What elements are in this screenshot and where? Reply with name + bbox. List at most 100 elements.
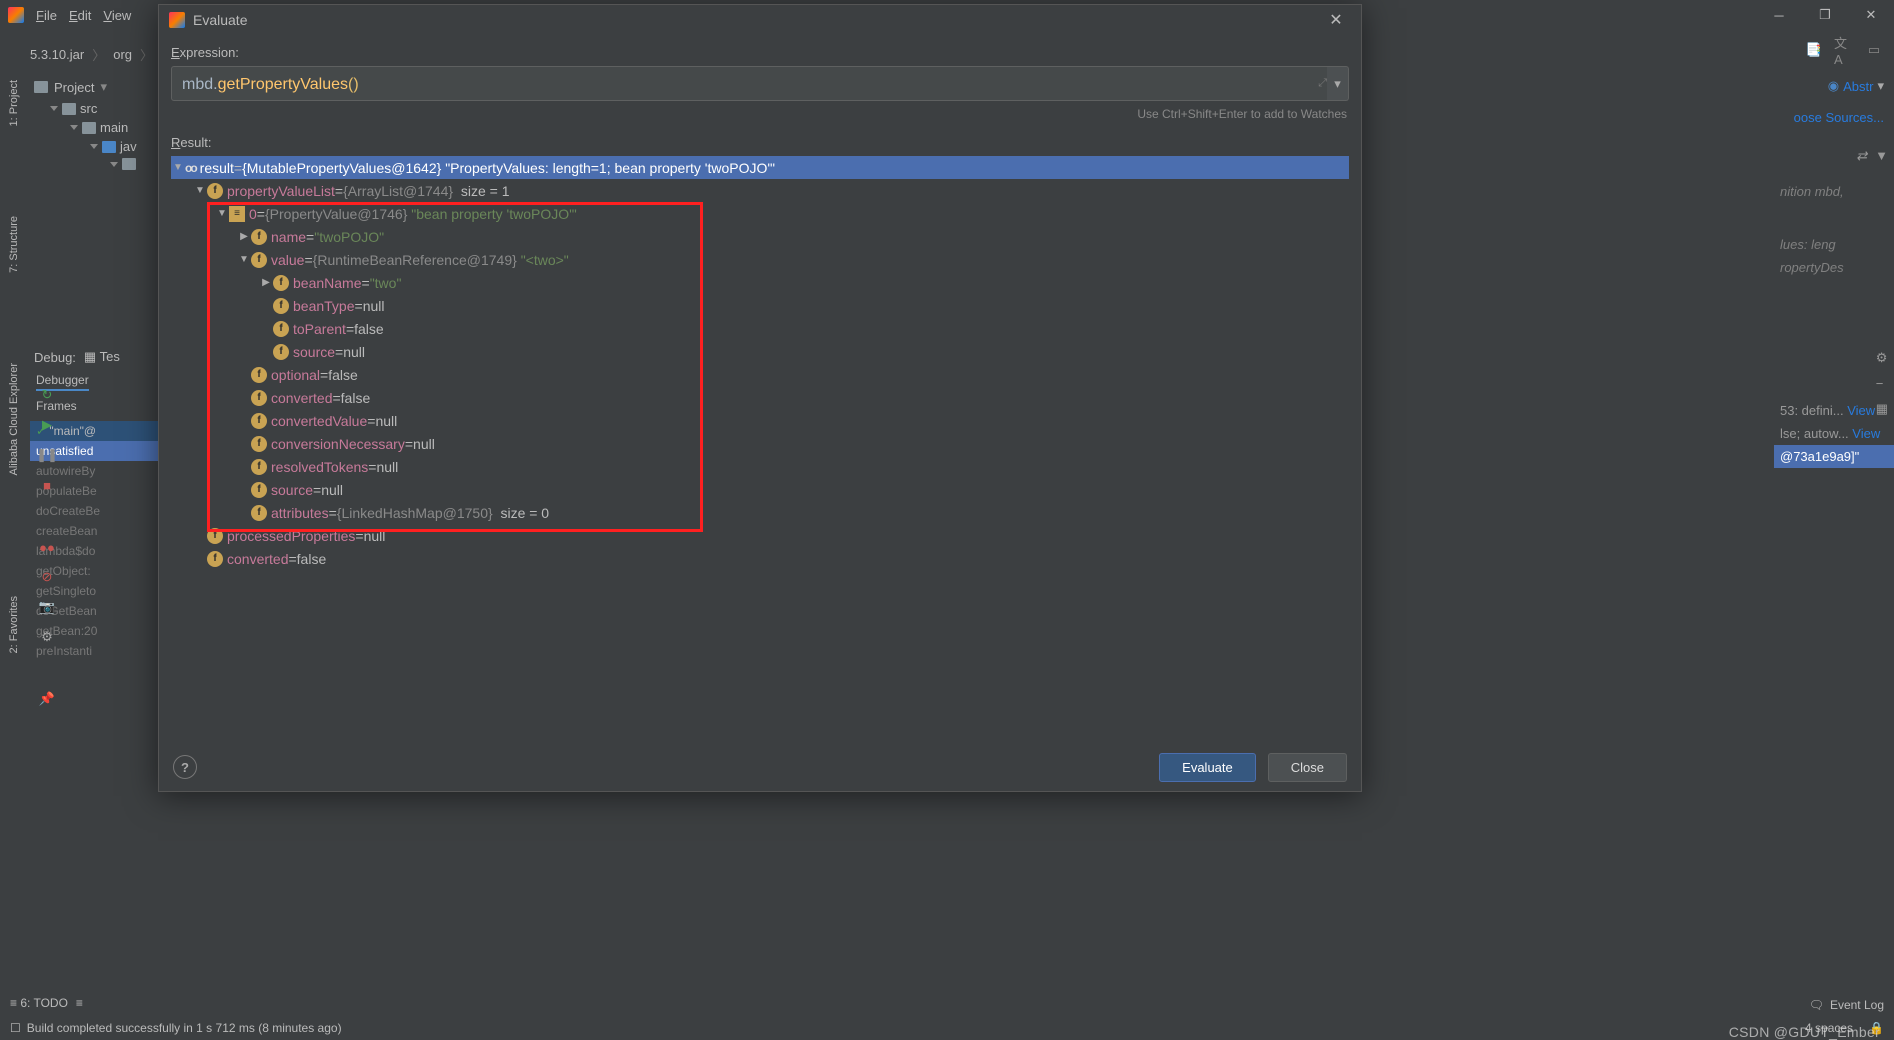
field-icon: f bbox=[251, 436, 267, 452]
folder-icon bbox=[102, 141, 116, 153]
gear-icon[interactable]: ⚙ bbox=[1876, 350, 1888, 366]
breadcrumb-pkg[interactable]: org bbox=[113, 47, 132, 62]
field-icon: f bbox=[251, 367, 267, 383]
breadcrumb-jar[interactable]: 5.3.10.jar bbox=[30, 47, 84, 62]
window-controls: ─ ❐ ✕ bbox=[1756, 0, 1894, 30]
result-row[interactable]: f beanType = null bbox=[171, 294, 1349, 317]
field-icon: f bbox=[251, 229, 267, 245]
presentation-icon[interactable]: ▭ bbox=[1864, 40, 1884, 60]
tree-node-src[interactable]: src bbox=[30, 99, 160, 118]
breakpoints-icon[interactable]: ●● bbox=[38, 538, 56, 556]
result-row[interactable]: f resolvedTokens = null bbox=[171, 455, 1349, 478]
dialog-close-button[interactable]: ✕ bbox=[1321, 5, 1351, 35]
menu-edit[interactable]: Edit bbox=[69, 8, 91, 23]
menu-file[interactable]: FFileile bbox=[36, 8, 57, 23]
editor-right-edge: ⇄ ▼ nition mbd, lues: leng ropertyDes ⚙ … bbox=[1774, 70, 1894, 1040]
tab-structure[interactable]: 7: Structure bbox=[8, 216, 20, 273]
result-row[interactable]: f processedProperties = null bbox=[171, 524, 1349, 547]
result-row[interactable]: f convertedValue = null bbox=[171, 409, 1349, 432]
result-row[interactable]: ▶ f name = "twoPOJO" bbox=[171, 225, 1349, 248]
field-icon: f bbox=[251, 413, 267, 429]
result-row[interactable]: f converted = false bbox=[171, 386, 1349, 409]
folder-icon bbox=[62, 103, 76, 115]
field-icon: f bbox=[207, 528, 223, 544]
result-tree[interactable]: ▼ oo result = {MutablePropertyValues@164… bbox=[171, 156, 1349, 733]
result-row[interactable]: f optional = false bbox=[171, 363, 1349, 386]
result-row[interactable]: f conversionNecessary = null bbox=[171, 432, 1349, 455]
minimize-button[interactable]: ─ bbox=[1756, 0, 1802, 30]
code-fragment: ropertyDes bbox=[1774, 256, 1894, 279]
result-row-root[interactable]: ▼ oo result = {MutablePropertyValues@164… bbox=[171, 156, 1349, 179]
mute-bp-icon[interactable]: ⊘ bbox=[38, 568, 56, 586]
menu-view[interactable]: View bbox=[103, 8, 131, 23]
event-log-tab[interactable]: 🗨 Event Log bbox=[1809, 998, 1884, 1012]
dialog-footer: ? Evaluate Close bbox=[159, 743, 1361, 791]
funnel-icon[interactable]: ▼ bbox=[1875, 148, 1888, 164]
terminal-icon[interactable]: ≡ bbox=[76, 996, 83, 1010]
todo-tab[interactable]: ≡ 6: TODO bbox=[10, 996, 68, 1010]
bottom-toolbar: ≡ 6: TODO ≡ bbox=[0, 990, 1894, 1016]
code-fragment: nition mbd, bbox=[1774, 180, 1894, 203]
layout-icon[interactable]: ▦ bbox=[1876, 401, 1888, 417]
tab-favorites[interactable]: 2: Favorites bbox=[8, 596, 20, 653]
result-row[interactable]: f toParent = false bbox=[171, 317, 1349, 340]
intellij-logo-icon bbox=[8, 7, 24, 23]
translate-icon[interactable]: 文A bbox=[1834, 40, 1854, 60]
tab-project[interactable]: 1: Project bbox=[8, 80, 20, 126]
status-bar: ☐ Build completed successfully in 1 s 71… bbox=[0, 1016, 1894, 1040]
result-row[interactable]: ▶ f beanName = "two" bbox=[171, 271, 1349, 294]
result-row[interactable]: ▼ f propertyValueList = {ArrayList@1744}… bbox=[171, 179, 1349, 202]
element-icon: ≡ bbox=[229, 206, 245, 222]
settings-icon[interactable]: ⚙ bbox=[38, 628, 56, 646]
ide-root: FFileile Edit View ─ ❐ ✕ 5.3.10.jar〉 org… bbox=[0, 0, 1894, 1040]
field-icon: f bbox=[251, 390, 267, 406]
folder-icon bbox=[82, 122, 96, 134]
right-toolbar: 📑 文A ▭ bbox=[1804, 40, 1884, 60]
shortcut-hint: Use Ctrl+Shift+Enter to add to Watches bbox=[173, 107, 1347, 121]
folder-icon bbox=[122, 158, 136, 170]
result-row[interactable]: f converted = false bbox=[171, 547, 1349, 570]
resume-icon[interactable]: ▶ bbox=[38, 416, 56, 434]
field-icon: f bbox=[207, 551, 223, 567]
code-fragment: lues: leng bbox=[1774, 233, 1894, 256]
dialog-title: Evaluate bbox=[193, 12, 247, 28]
maximize-button[interactable]: ❐ bbox=[1802, 0, 1848, 30]
tree-node-child[interactable] bbox=[30, 156, 160, 172]
expression-label: Expression: bbox=[171, 45, 1349, 60]
field-icon: f bbox=[273, 298, 289, 314]
expression-input[interactable]: mbd.getPropertyValues() bbox=[171, 66, 1331, 101]
view-link[interactable]: View bbox=[1847, 403, 1875, 418]
project-tool-header[interactable]: Project ▾ bbox=[30, 75, 160, 99]
history-dropdown[interactable]: ▾ bbox=[1327, 66, 1349, 101]
minus-icon[interactable]: − bbox=[1876, 376, 1888, 391]
tab-alibaba[interactable]: Alibaba Cloud Explorer bbox=[8, 363, 20, 476]
project-tree: Project ▾ src main jav bbox=[30, 75, 160, 172]
stop-icon[interactable]: ■ bbox=[38, 476, 56, 494]
pin-icon[interactable]: 📌 bbox=[38, 690, 56, 708]
camera-icon[interactable]: 📷 bbox=[38, 598, 56, 616]
selected-var[interactable]: @73a1e9a9]" bbox=[1774, 445, 1894, 468]
tree-node-java[interactable]: jav bbox=[30, 137, 160, 156]
close-window-button[interactable]: ✕ bbox=[1848, 0, 1894, 30]
result-row[interactable]: f source = null bbox=[171, 340, 1349, 363]
result-row[interactable]: f source = null bbox=[171, 478, 1349, 501]
result-row[interactable]: f attributes = {LinkedHashMap@1750} size… bbox=[171, 501, 1349, 524]
tree-node-main[interactable]: main bbox=[30, 118, 160, 137]
result-row[interactable]: ▼ f value = {RuntimeBeanReference@1749} … bbox=[171, 248, 1349, 271]
debug-label: Debug: bbox=[34, 350, 76, 365]
evaluate-dialog: Evaluate ✕ Expression: mbd.getPropertyVa… bbox=[158, 4, 1362, 792]
debug-config[interactable]: ▦ Tes bbox=[84, 349, 120, 365]
open-files-icon[interactable]: 📑 bbox=[1804, 40, 1824, 60]
close-button[interactable]: Close bbox=[1268, 753, 1347, 782]
result-row[interactable]: ▼ ≡ 0 = {PropertyValue@1746} "bean prope… bbox=[171, 202, 1349, 225]
evaluate-button[interactable]: Evaluate bbox=[1159, 753, 1256, 782]
pause-icon[interactable]: ❚❚ bbox=[38, 446, 56, 464]
help-button[interactable]: ? bbox=[173, 755, 197, 779]
status-icon: ☐ bbox=[10, 1021, 21, 1035]
expand-icon[interactable]: ⤢ bbox=[1309, 66, 1327, 101]
build-status: Build completed successfully in 1 s 712 … bbox=[27, 1021, 342, 1035]
rerun-icon[interactable]: ↻ bbox=[38, 386, 56, 404]
filter-icon[interactable]: ⇄ bbox=[1856, 148, 1867, 164]
view-link[interactable]: View bbox=[1852, 426, 1880, 441]
field-icon: f bbox=[273, 275, 289, 291]
